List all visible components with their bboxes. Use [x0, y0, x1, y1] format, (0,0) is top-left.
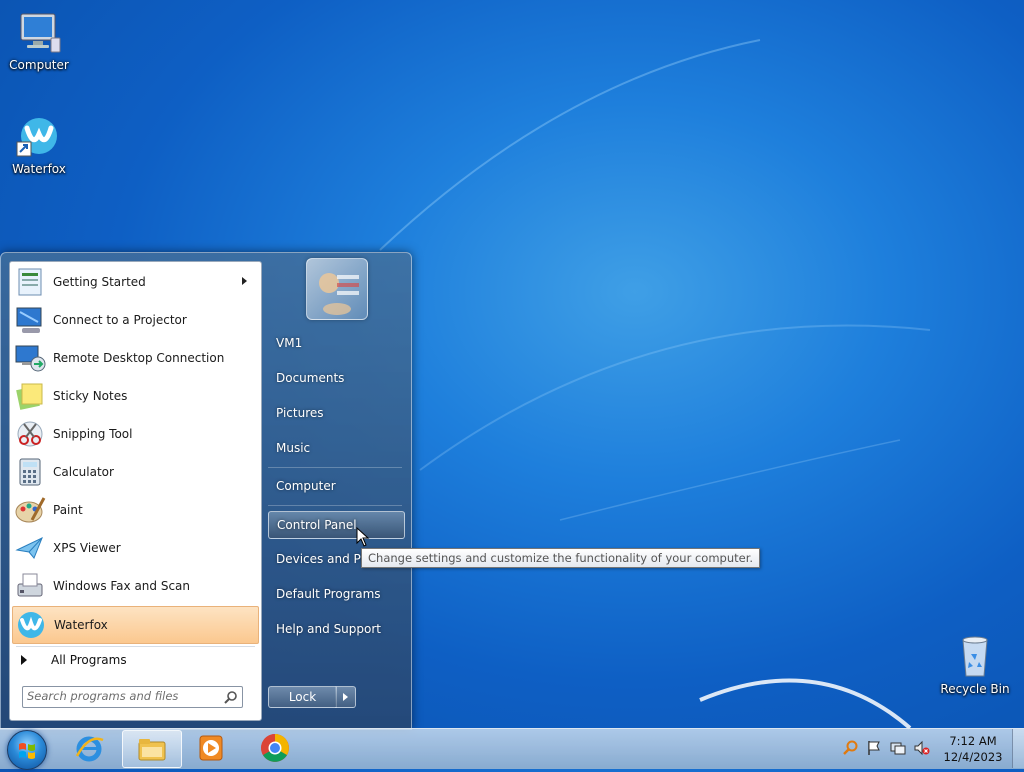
program-label: Waterfox — [54, 618, 108, 632]
right-item-label: Documents — [276, 371, 345, 385]
waterfox-icon — [16, 118, 57, 157]
start-right-help-support[interactable]: Help and Support — [268, 616, 403, 642]
programs-separator — [16, 646, 255, 647]
windows-logo-icon — [19, 743, 35, 759]
program-label: XPS Viewer — [53, 541, 121, 555]
all-programs-label: All Programs — [51, 653, 127, 667]
start-right-music[interactable]: Music — [268, 435, 403, 461]
program-label: Remote Desktop Connection — [53, 351, 225, 365]
desktop-icon-label: Computer — [9, 58, 69, 72]
lock-button[interactable]: Lock — [268, 686, 337, 708]
start-item-connect-projector[interactable]: Connect to a Projector — [12, 302, 257, 338]
show-desktop-button[interactable] — [1012, 729, 1024, 768]
start-right-computer[interactable]: Computer — [268, 473, 403, 499]
start-menu-programs-pane: Getting Started Connect to a Projector R… — [9, 261, 262, 721]
user-avatar-icon — [319, 273, 359, 315]
search-tray-icon[interactable] — [843, 740, 859, 756]
computer-icon — [20, 13, 61, 53]
chrome-icon — [261, 734, 289, 762]
network-icon[interactable] — [890, 740, 906, 756]
program-label: Calculator — [53, 465, 114, 479]
search-icon[interactable] — [224, 690, 238, 704]
desktop-icon-computer[interactable]: Computer — [0, 8, 78, 72]
desktop-icon-waterfox[interactable]: Waterfox — [0, 112, 78, 176]
start-button[interactable] — [7, 730, 47, 770]
waterfox-icon — [18, 612, 44, 638]
start-item-fax-scan[interactable]: Windows Fax and Scan — [12, 568, 257, 604]
media-player-icon — [199, 735, 223, 761]
program-label: Windows Fax and Scan — [53, 579, 191, 593]
xps-viewer-icon — [15, 536, 43, 559]
desktop-icon-recycle-bin[interactable]: Recycle Bin — [936, 632, 1014, 696]
right-item-label: Computer — [276, 479, 336, 493]
right-separator — [268, 467, 402, 468]
program-label: Paint — [53, 503, 83, 517]
submenu-arrow-icon — [242, 277, 247, 285]
start-item-xps-viewer[interactable]: XPS Viewer — [12, 530, 257, 566]
clock-date: 12/4/2023 — [943, 750, 1003, 764]
windows-explorer-icon — [138, 739, 166, 761]
start-item-calculator[interactable]: Calculator — [12, 454, 257, 490]
shutdown-options-button[interactable] — [335, 686, 356, 708]
program-label: Connect to a Projector — [53, 313, 187, 327]
program-label: Getting Started — [53, 275, 146, 289]
getting-started-icon — [18, 268, 42, 296]
tooltip-text: Change settings and customize the functi… — [368, 551, 754, 565]
start-item-remote-desktop[interactable]: Remote Desktop Connection — [12, 340, 257, 376]
start-right-pictures[interactable]: Pictures — [268, 400, 403, 426]
taskbar-internet-explorer[interactable] — [60, 730, 118, 766]
program-label: Snipping Tool — [53, 427, 133, 441]
right-item-label: Pictures — [276, 406, 324, 420]
right-item-label: VM1 — [276, 336, 303, 350]
start-right-documents[interactable]: Documents — [268, 365, 403, 391]
start-right-default-programs[interactable]: Default Programs — [268, 581, 403, 607]
taskbar-windows-explorer[interactable] — [122, 730, 182, 768]
taskbar-chrome[interactable] — [246, 730, 304, 766]
desktop-icon-label: Recycle Bin — [940, 682, 1010, 696]
remote-desktop-icon — [15, 345, 46, 372]
clock[interactable]: 7:12 AM 12/4/2023 — [940, 733, 1006, 765]
right-separator — [268, 505, 402, 506]
tooltip: Change settings and customize the functi… — [361, 548, 761, 568]
start-item-sticky-notes[interactable]: Sticky Notes — [12, 378, 257, 414]
volume-muted-icon[interactable] — [914, 740, 930, 756]
arrow-right-icon — [342, 693, 348, 701]
right-item-label: Control Panel — [277, 518, 357, 532]
calculator-icon — [19, 458, 41, 486]
paint-icon — [15, 497, 46, 523]
lock-label: Lock — [288, 690, 317, 704]
program-label: Sticky Notes — [53, 389, 128, 403]
desktop-icon-label: Waterfox — [12, 162, 66, 176]
search-input[interactable] — [27, 689, 215, 703]
projector-icon — [16, 307, 42, 333]
right-item-label: Music — [276, 441, 311, 455]
all-programs-arrow-icon — [21, 655, 27, 665]
user-picture[interactable] — [306, 258, 368, 320]
right-item-label: Help and Support — [276, 622, 381, 636]
start-right-control-panel[interactable]: Control Panel — [268, 511, 405, 539]
sticky-notes-icon — [16, 383, 43, 410]
action-center-flag-icon[interactable] — [866, 740, 882, 756]
all-programs-button[interactable]: All Programs — [12, 648, 257, 672]
mouse-cursor-icon — [356, 527, 370, 547]
start-item-waterfox[interactable]: Waterfox — [12, 606, 259, 644]
internet-explorer-icon — [75, 736, 104, 762]
start-item-paint[interactable]: Paint — [12, 492, 257, 528]
fax-scan-icon — [17, 573, 43, 597]
taskbar-media-player[interactable] — [182, 730, 240, 766]
start-item-snipping-tool[interactable]: Snipping Tool — [12, 416, 257, 452]
start-right-vm1[interactable]: VM1 — [268, 330, 403, 356]
recycle-bin-icon — [962, 636, 988, 677]
right-item-label: Default Programs — [276, 587, 381, 601]
clock-time: 7:12 AM — [949, 734, 997, 748]
start-item-getting-started[interactable]: Getting Started — [12, 264, 257, 300]
search-box[interactable] — [22, 686, 243, 708]
snipping-tool-icon — [17, 421, 43, 447]
